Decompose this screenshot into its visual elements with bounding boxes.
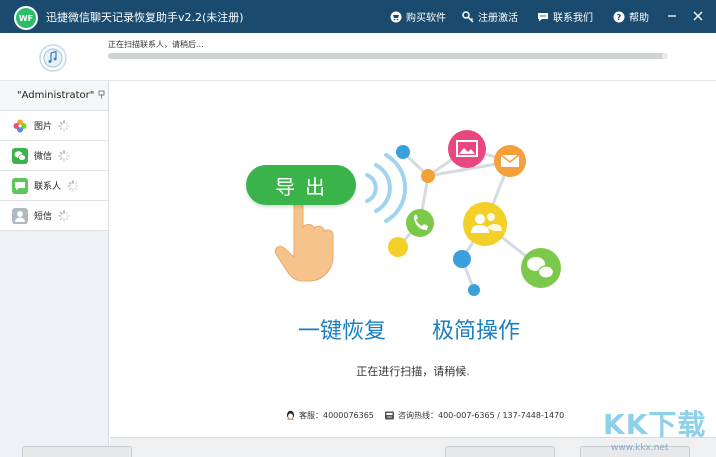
title-bar: WF 迅捷微信聊天记录恢复助手v2.2(未注册) 购买软件 注册激活 联系我们 …	[0, 0, 716, 33]
qq-support-label: 客服：4000076365	[299, 411, 374, 420]
contact-us-button[interactable]: 联系我们	[537, 9, 593, 24]
phone-node-icon	[406, 209, 434, 237]
minimize-button[interactable]	[664, 8, 680, 24]
contacts-icon	[12, 177, 28, 194]
buy-software-button[interactable]: 购买软件	[390, 9, 446, 24]
recovery-illustration	[274, 130, 561, 296]
sms-icon	[12, 207, 28, 224]
watermark-logo: KK下载	[603, 408, 707, 441]
main-panel: 导出 一键恢复 极简操作 正在进行扫描，请稍候. 客服：4000076365 咨…	[110, 81, 716, 437]
scan-progress-fill	[108, 53, 663, 59]
app-logo-icon: WF	[14, 6, 38, 30]
scan-progress-bar	[108, 53, 668, 59]
wechat-node-icon	[521, 248, 561, 288]
sidebar-item-sms[interactable]: 短信	[0, 201, 108, 231]
svg-text:?: ?	[617, 13, 622, 22]
hotline-label: 咨询热线：400-007-6365 / 137-7448-1470	[398, 411, 565, 420]
signal-waves-icon	[365, 153, 408, 223]
app-title: 迅捷微信聊天记录恢复助手v2.2(未注册)	[46, 11, 244, 24]
music-scan-icon	[39, 44, 67, 72]
sidebar-item-label: 微信	[34, 152, 53, 162]
register-activate-button[interactable]: 注册激活	[462, 9, 518, 24]
wechat-icon	[12, 147, 28, 164]
key-icon	[462, 10, 474, 23]
contacts-node-icon	[463, 202, 507, 246]
recover-button[interactable]	[445, 446, 555, 457]
contact-us-label: 联系我们	[553, 13, 593, 24]
sidebar-item-label: 联系人	[34, 182, 62, 192]
close-button[interactable]	[690, 8, 706, 24]
hotline: 咨询热线：400-007-6365 / 137-7448-1470	[384, 410, 564, 421]
scan-progress-message: 正在进行扫描，请稍候.	[356, 365, 470, 378]
sidebar-item-label: 短信	[34, 212, 53, 222]
scan-status-text: 正在扫描联系人，请稍后...	[108, 40, 204, 49]
pin-icon	[98, 90, 105, 102]
register-activate-label: 注册激活	[478, 13, 518, 24]
network-node	[468, 284, 480, 296]
pointing-hand-icon	[274, 194, 334, 282]
phone-hotline-icon	[384, 410, 395, 421]
mail-node-icon	[494, 145, 526, 177]
user-account-row[interactable]: "Administrator"	[0, 81, 108, 111]
buy-software-label: 购买软件	[406, 13, 446, 24]
help-icon: ?	[613, 11, 625, 23]
scan-status-area: 正在扫描联系人，请稍后...	[0, 33, 716, 81]
qq-penguin-icon	[285, 410, 296, 421]
network-node	[396, 145, 410, 159]
back-button[interactable]	[22, 446, 132, 457]
sidebar-item-wechat[interactable]: 微信	[0, 141, 108, 171]
qq-support[interactable]: 客服：4000076365	[285, 410, 374, 421]
chat-bubble-icon	[537, 11, 549, 23]
loading-spinner-icon	[58, 149, 70, 162]
sidebar: "Administrator" 图片 微信 联系人 短信	[0, 81, 109, 457]
cart-icon	[390, 11, 402, 23]
sidebar-item-contacts[interactable]: 联系人	[0, 171, 108, 201]
photos-icon	[12, 118, 28, 134]
export-button[interactable]: 导出	[246, 165, 356, 205]
app-logo-text: WF	[16, 8, 36, 28]
loading-spinner-icon	[58, 119, 70, 132]
loading-spinner-icon	[67, 179, 79, 192]
loading-spinner-icon	[58, 209, 70, 222]
network-node	[388, 237, 408, 257]
sidebar-item-photos[interactable]: 图片	[0, 111, 108, 141]
help-label: 帮助	[629, 13, 649, 24]
network-node	[421, 169, 435, 183]
watermark-url: www.kkx.net	[611, 443, 669, 453]
slogan-one-click-recovery: 一键恢复	[298, 319, 387, 344]
help-button[interactable]: ? 帮助	[613, 9, 649, 24]
sidebar-item-label: 图片	[34, 122, 53, 132]
slogan-simple-operation: 极简操作	[432, 319, 521, 344]
network-node	[453, 250, 471, 268]
user-name: "Administrator"	[17, 90, 95, 101]
photo-node-icon	[448, 130, 486, 168]
